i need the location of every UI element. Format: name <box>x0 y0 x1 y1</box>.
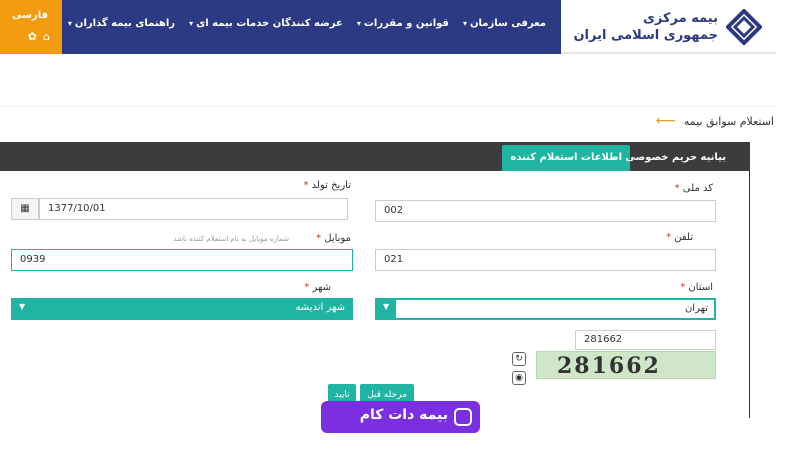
page-title: استعلام سوابق بیمه <box>683 114 774 128</box>
captcha-image: 281662 <box>536 351 716 379</box>
chevron-down-icon: ▾ <box>189 19 194 28</box>
refresh-icon: ↻ <box>515 354 523 364</box>
province-label: استان * <box>680 282 713 293</box>
city-label: شهر * <box>304 282 331 293</box>
national-code-input[interactable]: 002 <box>375 200 716 222</box>
caret-down-icon: ▼ <box>19 302 26 311</box>
main-nav: معرفی سازمان ▾ قوانین و مقررات ▾ عرضه کن… <box>68 18 546 29</box>
caret-down-icon: ▼ <box>383 302 390 311</box>
chevron-down-icon: ▾ <box>356 19 361 28</box>
logo-title: بیمه مرکزی <box>642 11 718 26</box>
chevron-down-icon: ▾ <box>67 19 72 28</box>
national-code-label: کد ملی * <box>674 183 713 194</box>
birth-date-label: تاریخ تولد * <box>303 180 351 191</box>
phone-input[interactable]: 021 <box>375 249 716 271</box>
logo-subtitle: جمهوری اسلامی ایران <box>573 28 718 43</box>
language-switcher[interactable]: فارسی ✿ ⌂ <box>0 0 62 54</box>
inquiry-panel: اطلاعات استعلام کننده بیانیه حریم خصوصی … <box>0 142 750 418</box>
calendar-button[interactable]: ▦ <box>11 198 39 220</box>
tab-privacy-statement[interactable]: بیانیه حریم خصوصی <box>617 145 734 171</box>
tab-bar: اطلاعات استعلام کننده بیانیه حریم خصوصی <box>0 142 750 171</box>
watermark-logo: بیمه دات کام <box>321 401 480 433</box>
site-logo[interactable]: بیمه مرکزی جمهوری اسلامی ایران <box>561 0 776 54</box>
language-label[interactable]: فارسی <box>12 10 48 21</box>
city-value: شهر اندیشه <box>295 302 345 313</box>
birth-date-input[interactable]: 1377/10/01 <box>39 198 348 220</box>
city-select[interactable]: شهر اندیشه ▼ <box>11 298 353 320</box>
audio-captcha-button[interactable]: ◉ <box>512 371 526 385</box>
province-value: تهران <box>395 299 715 319</box>
mobile-hint: شماره موبایل به نام استعلام کننده باشد <box>173 235 289 243</box>
site-header: فارسی ✿ ⌂ معرفی سازمان ▾ قوانین و مقررات… <box>0 0 776 54</box>
brand-icon <box>454 408 472 426</box>
nav-item-providers[interactable]: عرضه کنندگان خدمات بیمه ای ▾ <box>189 18 343 29</box>
calendar-icon: ▦ <box>20 203 30 214</box>
nav-item-guide[interactable]: راهنمای بیمه گذاران ▾ <box>68 18 175 29</box>
province-select[interactable]: ▼ تهران <box>375 298 716 320</box>
breadcrumb: استعلام سوابق بیمه ⟵ <box>656 113 774 129</box>
chevron-down-icon: ▾ <box>462 19 467 28</box>
captcha-input[interactable]: 281662 <box>575 330 716 350</box>
speaker-icon: ◉ <box>515 373 523 383</box>
central-insurance-logo-icon <box>726 9 762 45</box>
home-icon[interactable]: ⌂ <box>43 30 50 43</box>
nav-item-laws[interactable]: قوانین و مقررات ▾ <box>357 18 449 29</box>
divider <box>0 106 776 107</box>
refresh-captcha-button[interactable]: ↻ <box>512 352 526 366</box>
mobile-input[interactable]: 0939 <box>11 249 353 271</box>
settings-icon[interactable]: ✿ <box>28 30 37 43</box>
mobile-label: موبایل * <box>316 233 351 244</box>
tab-inquirer-info[interactable]: اطلاعات استعلام کننده <box>502 145 630 171</box>
phone-label: تلفن * <box>666 232 693 243</box>
arrow-left-icon: ⟵ <box>655 113 676 129</box>
nav-item-about[interactable]: معرفی سازمان ▾ <box>463 18 546 29</box>
